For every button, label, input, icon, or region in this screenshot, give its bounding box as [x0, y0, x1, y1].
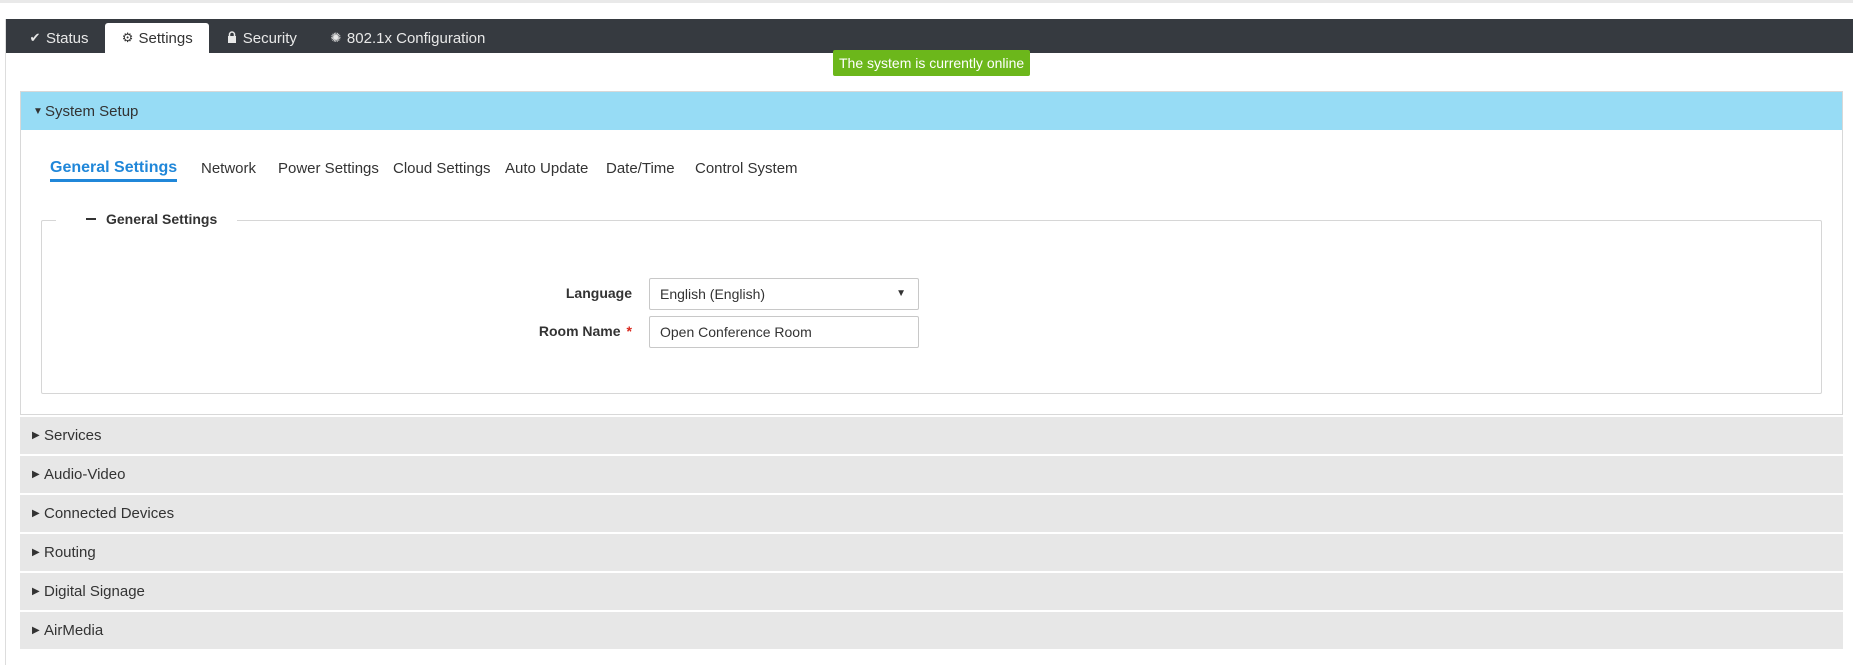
section-audio-video[interactable]: ▶ Audio-Video: [20, 455, 1843, 493]
system-setup-header[interactable]: ▼ System Setup: [21, 92, 1842, 130]
room-name-row: Room Name *: [42, 316, 1821, 348]
subtab-network[interactable]: Network: [201, 160, 256, 177]
lock-icon: [225, 30, 239, 46]
section-services-title: Services: [44, 427, 102, 444]
gear-icon: ⚙: [121, 30, 134, 45]
check-icon: ✔: [29, 30, 41, 45]
tab-settings[interactable]: ⚙ Settings: [104, 23, 209, 53]
caret-right-icon: ▶: [32, 430, 40, 441]
room-name-label-text: Room Name: [538, 323, 621, 339]
main-tabbar: ✔ Status ⚙ Settings Security ✺ 802.1x Co…: [6, 19, 1853, 53]
section-routing[interactable]: ▶ Routing: [20, 533, 1843, 571]
subtab-auto-update[interactable]: Auto Update: [505, 160, 588, 177]
section-connected-devices[interactable]: ▶ Connected Devices: [20, 494, 1843, 532]
language-row: Language English (English) ▼: [42, 278, 1821, 310]
section-audio-video-title: Audio-Video: [44, 466, 126, 483]
tab-8021x-configuration[interactable]: ✺ 802.1x Configuration: [313, 23, 501, 53]
subtab-date-time[interactable]: Date/Time: [606, 160, 675, 177]
language-select[interactable]: English (English) ▼: [649, 278, 919, 310]
minus-icon: [86, 218, 96, 220]
settings-accordion: ▼ System Setup General Settings Network …: [20, 91, 1843, 649]
system-setup-subtabs: General Settings Network Power Settings …: [21, 130, 1842, 220]
tab-security[interactable]: Security: [209, 23, 313, 53]
section-digital-signage[interactable]: ▶ Digital Signage: [20, 572, 1843, 610]
tab-8021x-label: 802.1x Configuration: [346, 29, 486, 47]
required-mark: *: [626, 323, 632, 339]
tab-status-label: Status: [46, 29, 89, 47]
general-settings-legend[interactable]: General Settings: [56, 211, 238, 227]
language-select-value: English (English): [660, 286, 766, 302]
general-settings-legend-label: General Settings: [106, 211, 218, 227]
section-airmedia-title: AirMedia: [44, 622, 104, 639]
section-services[interactable]: ▶ Services: [20, 416, 1843, 454]
tab-status[interactable]: ✔ Status: [12, 23, 105, 53]
caret-right-icon: ▶: [32, 508, 40, 519]
language-label: Language: [565, 285, 632, 301]
room-name-input[interactable]: [649, 316, 919, 348]
subtab-control-system[interactable]: Control System: [695, 160, 798, 177]
tab-security-label: Security: [242, 29, 297, 47]
subtab-general-settings[interactable]: General Settings: [50, 159, 178, 182]
cog-icon: ✺: [330, 30, 342, 45]
tab-settings-label: Settings: [138, 29, 193, 47]
caret-right-icon: ▶: [32, 469, 40, 480]
room-name-label: Room Name *: [539, 323, 632, 339]
caret-right-icon: ▶: [32, 586, 40, 597]
caret-right-icon: ▶: [32, 547, 40, 558]
section-routing-title: Routing: [44, 544, 96, 561]
status-badge: The system is currently online: [833, 50, 1031, 76]
caret-right-icon: ▶: [32, 625, 40, 636]
general-settings-fieldset: General Settings Language English (Engli…: [41, 211, 1822, 394]
section-system-setup: ▼ System Setup General Settings Network …: [20, 91, 1843, 415]
section-airmedia[interactable]: ▶ AirMedia: [20, 611, 1843, 649]
subtab-power-settings[interactable]: Power Settings: [278, 160, 379, 177]
section-connected-devices-title: Connected Devices: [44, 505, 175, 522]
subtab-cloud-settings[interactable]: Cloud Settings: [393, 160, 491, 177]
system-setup-title: System Setup: [45, 102, 139, 120]
top-strip: [0, 0, 1853, 3]
section-digital-signage-title: Digital Signage: [44, 583, 145, 600]
caret-down-icon: ▼: [896, 288, 906, 299]
caret-down-icon: ▼: [33, 105, 43, 117]
